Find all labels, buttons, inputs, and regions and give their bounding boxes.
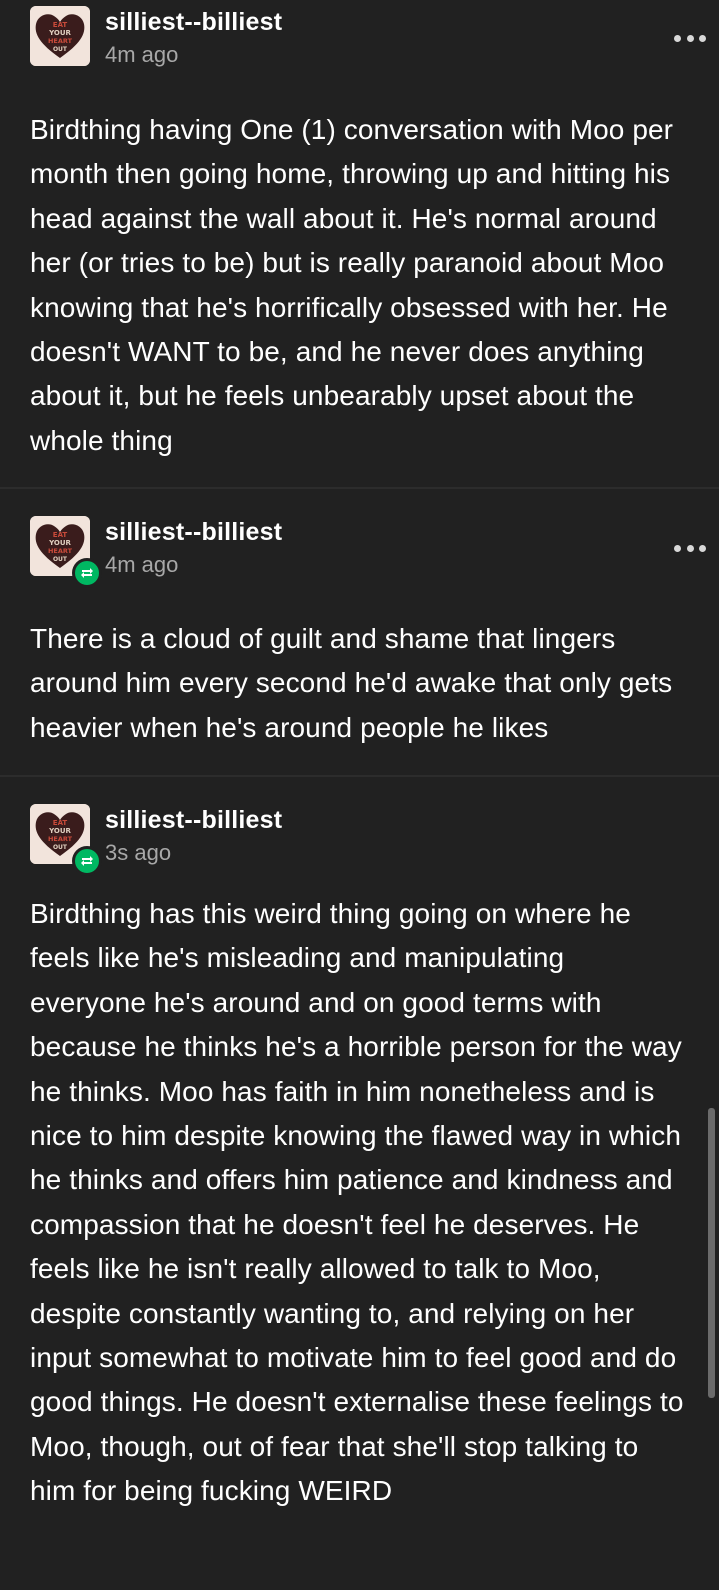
timestamp[interactable]: 4m ago <box>105 42 178 68</box>
post-header: EAT YOUR HEART OUT silliest--billiest 4m… <box>30 516 706 588</box>
scrollbar[interactable] <box>708 1108 715 1398</box>
post-2: EAT YOUR HEART OUT silliest--billiest 4m… <box>0 489 719 775</box>
post-body: Birdthing having One (1) conversation wi… <box>30 114 674 456</box>
post-body: There is a cloud of guilt and shame that… <box>30 623 673 743</box>
avatar[interactable]: EAT YOUR HEART OUT <box>30 6 90 66</box>
reblog-icon <box>72 846 102 876</box>
avatar-text-4: OUT <box>53 556 68 563</box>
avatar-text-3: HEART <box>48 547 73 555</box>
reblog-icon <box>72 558 102 588</box>
timestamp[interactable]: 3s ago <box>105 840 171 866</box>
avatar-text-2: YOUR <box>48 827 71 835</box>
avatar-text-4: OUT <box>53 46 68 53</box>
username[interactable]: silliest--billiest <box>105 518 282 547</box>
post-1: EAT YOUR HEART OUT silliest--billiest 4m… <box>0 0 719 487</box>
timestamp[interactable]: 4m ago <box>105 552 178 578</box>
more-options-icon[interactable] <box>670 538 710 558</box>
username[interactable]: silliest--billiest <box>105 8 282 37</box>
username[interactable]: silliest--billiest <box>105 806 282 835</box>
more-options-icon[interactable] <box>670 28 710 48</box>
post-header: EAT YOUR HEART OUT silliest--billiest 4m… <box>30 6 706 68</box>
post-3: EAT YOUR HEART OUT silliest--billiest 3s… <box>0 777 719 1590</box>
avatar-image: EAT YOUR HEART OUT <box>30 6 90 66</box>
post-body: Birdthing has this weird thing going on … <box>30 898 684 1507</box>
avatar-text-2: YOUR <box>48 29 71 37</box>
avatar-text-1: EAT <box>53 819 68 827</box>
avatar-text-2: YOUR <box>48 539 71 547</box>
avatar-text-4: OUT <box>53 844 68 851</box>
post-header: EAT YOUR HEART OUT silliest--billiest 3s… <box>30 804 690 876</box>
avatar-text-3: HEART <box>48 835 73 843</box>
avatar-text-3: HEART <box>48 37 73 45</box>
avatar-text-1: EAT <box>53 531 68 539</box>
avatar-text-1: EAT <box>53 21 68 29</box>
